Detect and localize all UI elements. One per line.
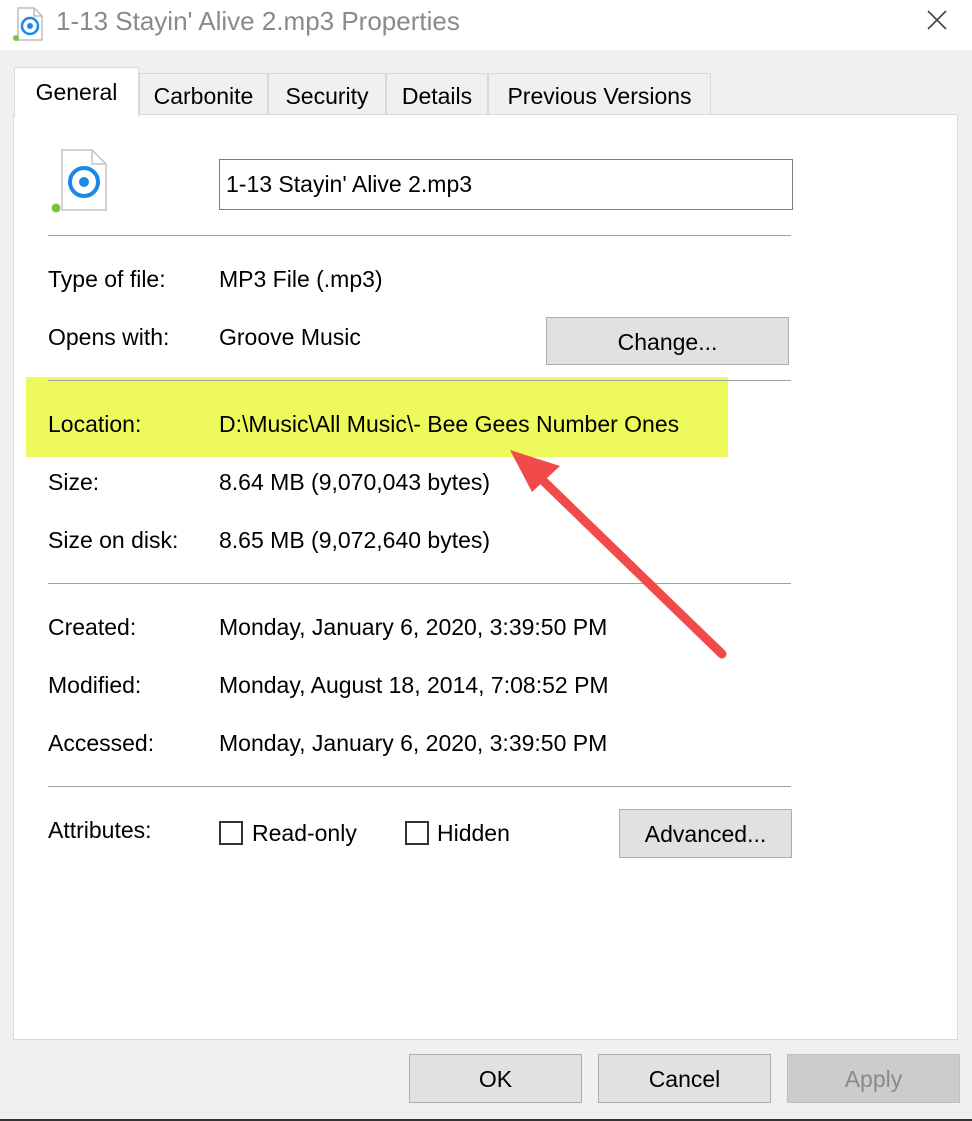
separator: [48, 235, 791, 236]
opens-with-label: Opens with:: [48, 324, 170, 350]
close-icon: [927, 10, 947, 30]
tab-details[interactable]: Details: [386, 73, 488, 115]
location-label: Location:: [48, 411, 142, 437]
created-value: Monday, January 6, 2020, 3:39:50 PM: [219, 614, 608, 640]
advanced-button[interactable]: Advanced...: [619, 809, 792, 858]
hidden-checkbox[interactable]: [405, 821, 429, 845]
groove-music-icon: [51, 149, 107, 213]
hidden-label[interactable]: Hidden: [437, 820, 510, 847]
apply-button[interactable]: Apply: [787, 1054, 960, 1103]
type-of-file-label: Type of file:: [48, 266, 166, 292]
file-icon-large: [50, 148, 112, 214]
ok-button[interactable]: OK: [409, 1054, 582, 1103]
size-value: 8.64 MB (9,070,043 bytes): [219, 469, 491, 495]
change-button[interactable]: Change...: [546, 317, 789, 365]
tab-security[interactable]: Security: [268, 73, 386, 115]
general-panel: [13, 114, 958, 1040]
separator: [48, 786, 791, 787]
location-value: D:\Music\All Music\- Bee Gees Number One…: [219, 411, 680, 437]
created-label: Created:: [48, 614, 137, 640]
read-only-label[interactable]: Read-only: [252, 820, 357, 847]
size-on-disk-value: 8.65 MB (9,072,640 bytes): [219, 527, 491, 553]
size-label: Size:: [48, 469, 100, 495]
attributes-label: Attributes:: [48, 817, 152, 843]
modified-label: Modified:: [48, 672, 142, 698]
cancel-button[interactable]: Cancel: [598, 1054, 771, 1103]
separator: [48, 380, 791, 381]
mp3-file-icon: [12, 6, 46, 42]
tab-carbonite[interactable]: Carbonite: [139, 73, 268, 115]
close-button[interactable]: [912, 4, 962, 40]
window-title: 1-13 Stayin' Alive 2.mp3 Properties: [56, 6, 460, 36]
read-only-checkbox[interactable]: [219, 821, 243, 845]
type-of-file-value: MP3 File (.mp3): [219, 266, 383, 292]
opens-with-value: Groove Music: [219, 324, 361, 350]
tab-previous-versions[interactable]: Previous Versions: [488, 73, 711, 115]
properties-window: 1-13 Stayin' Alive 2.mp3 Properties Gene…: [0, 0, 972, 1121]
file-name-field[interactable]: [219, 159, 793, 210]
title-bar: 1-13 Stayin' Alive 2.mp3 Properties: [0, 0, 972, 50]
tab-general[interactable]: General: [14, 67, 139, 117]
separator: [48, 583, 791, 584]
accessed-label: Accessed:: [48, 730, 155, 756]
modified-value: Monday, August 18, 2014, 7:08:52 PM: [219, 672, 609, 698]
accessed-value: Monday, January 6, 2020, 3:39:50 PM: [219, 730, 608, 756]
size-on-disk-label: Size on disk:: [48, 527, 179, 553]
